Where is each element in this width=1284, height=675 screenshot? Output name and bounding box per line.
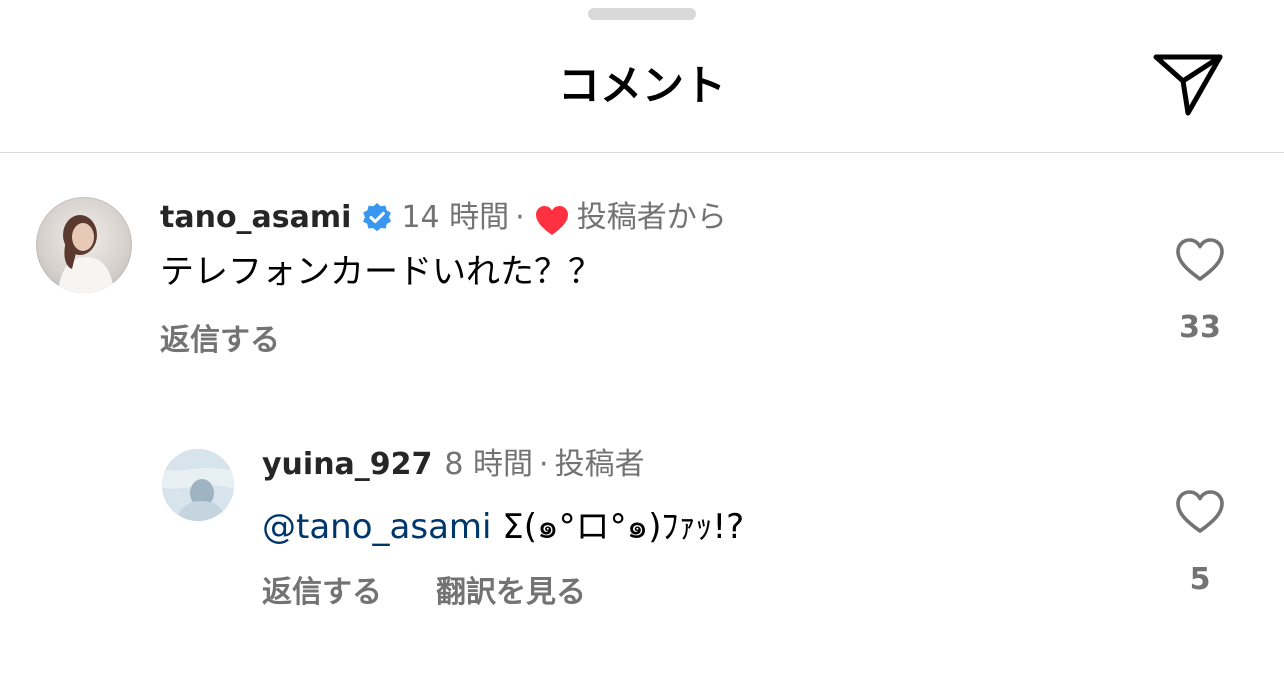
comment-meta: tano_asami 14 時間 · 投稿者から: [160, 198, 727, 238]
verified-badge-icon: [363, 203, 392, 232]
reply-button[interactable]: 返信する: [262, 573, 382, 613]
sheet-grabber[interactable]: [588, 8, 696, 20]
avatar[interactable]: [162, 449, 234, 521]
separator: ·: [539, 447, 549, 482]
reply-button[interactable]: 返信する: [160, 321, 280, 361]
heart-outline-icon: [1176, 238, 1224, 281]
avatar-photo: [58, 215, 114, 293]
translate-button[interactable]: 翻訳を見る: [436, 573, 586, 613]
avatar[interactable]: [36, 197, 132, 293]
red-heart-icon: [535, 206, 568, 235]
comment-text: テレフォンカードいれた？？: [160, 252, 602, 292]
page-title: コメント: [557, 61, 726, 110]
like-count: 5: [1189, 562, 1211, 597]
comment-time: 8 時間: [444, 447, 534, 482]
username[interactable]: yuina_927: [262, 445, 432, 485]
avatar-photo: [162, 449, 234, 521]
heart-outline-icon: [1176, 490, 1224, 533]
paper-plane-icon: [1153, 54, 1223, 116]
author-label: 投稿者: [554, 447, 645, 482]
comment-time: 14 時間: [401, 200, 510, 235]
like-button[interactable]: [1175, 489, 1225, 535]
header-divider: [0, 152, 1284, 153]
comment-meta: yuina_927 8 時間 · 投稿者: [262, 445, 645, 485]
like-count: 33: [1179, 310, 1221, 345]
liked-by-author-label: 投稿者から: [576, 200, 727, 235]
comments-sheet: コメント tano_asami 14 時間 · 投稿者から テレフォンカードいれ…: [0, 0, 1284, 675]
mention-link[interactable]: @tano_asami: [262, 507, 491, 547]
comment-text: @tano_asami Σ(๑°ロ°๑)ﾌｧｯ!?: [262, 505, 744, 549]
comment-body: Σ(๑°ロ°๑)ﾌｧｯ!?: [502, 507, 745, 547]
like-button[interactable]: [1175, 237, 1225, 283]
separator: ·: [515, 200, 525, 235]
share-button[interactable]: [1150, 50, 1226, 120]
username[interactable]: tano_asami: [160, 198, 351, 238]
